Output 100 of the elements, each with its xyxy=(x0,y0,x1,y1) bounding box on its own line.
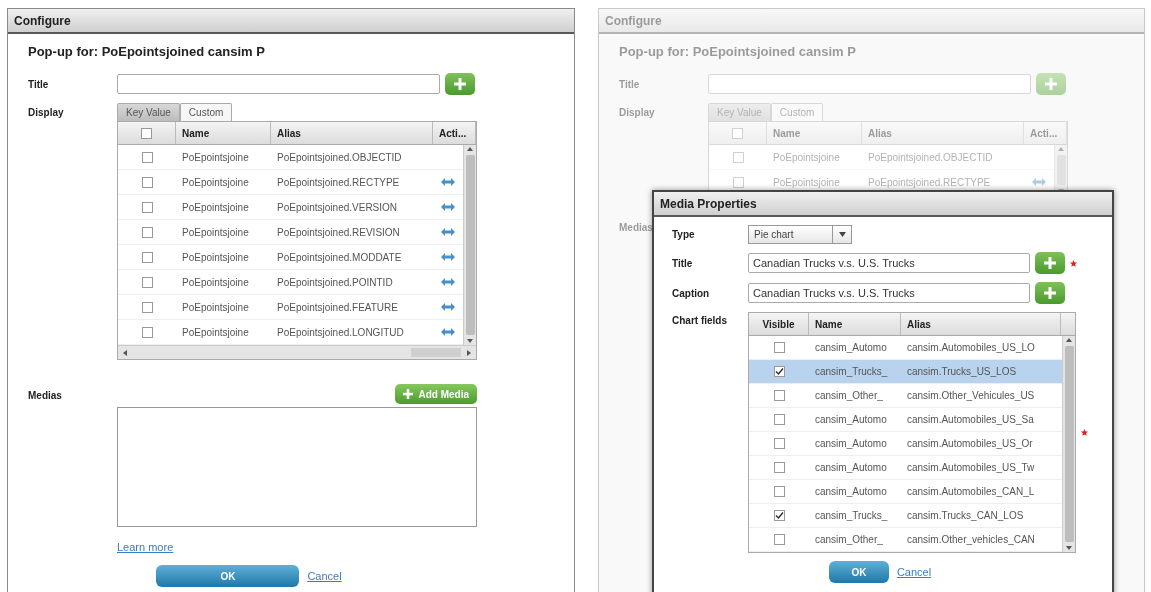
field-label: Type xyxy=(672,229,696,240)
dialog-title: Configure xyxy=(599,9,1144,34)
scroll-down-arrow-icon[interactable] xyxy=(1065,544,1073,552)
table-cell-text: PoEpointsjoined.FEATURE xyxy=(276,301,399,313)
table-cell-text: PoEpointsjoine xyxy=(181,251,250,263)
scroll-right-arrow-icon[interactable] xyxy=(465,348,473,357)
cancel-link[interactable]: Cancel xyxy=(896,566,932,578)
column-header[interactable]: Visible xyxy=(749,313,809,335)
table-cell-text: cansim_Automo xyxy=(814,486,888,497)
checkbox[interactable] xyxy=(141,127,152,139)
table-row[interactable]: cansim_Automo cansim.Automobiles_US_Sa xyxy=(749,408,1062,432)
table-cell-text: PoEpointsjoined.VERSION xyxy=(276,201,399,213)
table-row[interactable]: cansim_Automo cansim.Automobiles_US_Or xyxy=(749,432,1062,456)
field-label: Medias xyxy=(28,389,63,401)
table-cell-text: cansim_Automo xyxy=(814,414,888,425)
column-header[interactable]: Alias xyxy=(271,122,433,144)
table-cell-text: PoEpointsjoine xyxy=(181,201,250,213)
scroll-down-arrow-icon[interactable] xyxy=(466,337,474,345)
table-row[interactable]: cansim_Other_ cansim.Other_Vehicules_US xyxy=(749,384,1062,408)
table-cell-text: PoEpointsjoined.REVISION xyxy=(276,226,401,238)
checkbox[interactable] xyxy=(141,176,153,188)
dialog-title: Configure xyxy=(8,9,574,34)
scrollbar-thumb[interactable] xyxy=(1056,155,1066,185)
checkbox[interactable] xyxy=(141,251,153,263)
table-cell-text: PoEpointsjoine xyxy=(772,176,841,188)
table-row[interactable]: cansim_Trucks_ cansim.Trucks_US_LOS xyxy=(749,360,1062,384)
checkbox[interactable] xyxy=(141,301,153,313)
add-button[interactable] xyxy=(445,73,475,95)
table-row[interactable]: cansim_Trucks_ cansim.Trucks_CAN_LOS xyxy=(749,504,1062,528)
table-cell-text: PoEpointsjoined.LONGITUD xyxy=(276,326,405,338)
table-row[interactable]: cansim_Other_ cansim.Other_vehicles_CAN xyxy=(749,528,1062,552)
scroll-up-arrow-icon[interactable] xyxy=(1065,336,1073,344)
column-header[interactable]: Alias xyxy=(901,313,1061,335)
checkbox[interactable] xyxy=(141,326,153,338)
checkbox[interactable] xyxy=(773,462,785,473)
table-cell-text: cansim.Automobiles_CAN_L xyxy=(906,486,1036,497)
caption-field[interactable]: Canadian Trucks v.s. U.S. Trucks xyxy=(748,283,1030,303)
horizontal-scrollbar[interactable] xyxy=(118,345,476,359)
checkbox[interactable] xyxy=(773,366,785,377)
checkbox[interactable] xyxy=(141,151,153,163)
learn-more-link[interactable]: Learn more xyxy=(117,541,174,553)
table-cell-text: PoEpointsjoine xyxy=(181,301,250,313)
vertical-scrollbar[interactable] xyxy=(463,145,476,345)
check-icon xyxy=(774,367,784,376)
double-arrow-icon[interactable] xyxy=(441,328,455,336)
table-cell-text: cansim_Other_ xyxy=(814,534,884,545)
add-button[interactable] xyxy=(1035,252,1065,274)
scroll-up-arrow-icon[interactable] xyxy=(466,145,474,153)
checkbox[interactable] xyxy=(773,342,785,353)
scrollbar-thumb[interactable] xyxy=(465,155,475,335)
table-row[interactable]: cansim_Automo cansim.Automobiles_US_Tw xyxy=(749,456,1062,480)
title-field[interactable]: Canadian Trucks v.s. U.S. Trucks xyxy=(748,253,1030,273)
column-header[interactable]: Acti... xyxy=(433,122,476,144)
table-cell-text: cansim.Automobiles_US_Tw xyxy=(906,462,1036,473)
checkbox[interactable] xyxy=(141,276,153,288)
table-cell-text: PoEpointsjoined.MODDATE xyxy=(276,251,403,263)
checkbox[interactable] xyxy=(773,510,785,521)
cancel-link[interactable]: Cancel xyxy=(307,570,342,582)
tab[interactable]: Key Value xyxy=(117,103,180,121)
double-arrow-icon[interactable] xyxy=(441,278,455,286)
vertical-scrollbar[interactable] xyxy=(1062,336,1075,552)
field-label: Title xyxy=(672,257,694,269)
checkbox[interactable] xyxy=(773,534,785,545)
field-label: Chart fields xyxy=(672,314,728,326)
checkbox[interactable] xyxy=(773,438,785,449)
table-cell-text: PoEpointsjoined.POINTID xyxy=(276,276,394,288)
type-dropdown[interactable]: Pie chart xyxy=(748,225,852,244)
table-cell-text: PoEpointsjoine xyxy=(181,226,250,238)
title-field[interactable] xyxy=(117,74,440,94)
table-cell-text: cansim.Other_vehicles_CAN xyxy=(906,534,1036,545)
dialog-title: Media Properties xyxy=(654,192,1112,217)
table-row[interactable]: cansim_Automo cansim.Automobiles_CAN_L xyxy=(749,480,1062,504)
double-arrow-icon[interactable] xyxy=(1032,178,1046,186)
tab[interactable]: Custom xyxy=(179,103,233,121)
checkbox[interactable] xyxy=(141,201,153,213)
checkbox[interactable] xyxy=(773,414,785,425)
double-arrow-icon[interactable] xyxy=(441,178,455,186)
add-button[interactable] xyxy=(1036,73,1066,95)
table-cell-text: PoEpointsjoine xyxy=(181,326,250,338)
field-label: Title xyxy=(619,78,641,90)
double-arrow-icon[interactable] xyxy=(441,303,455,311)
table-cell-text: cansim.Automobiles_US_Sa xyxy=(906,414,1035,425)
double-arrow-icon[interactable] xyxy=(441,228,455,236)
plus-icon xyxy=(403,389,414,399)
field-label: Display xyxy=(28,106,65,118)
double-arrow-icon[interactable] xyxy=(441,253,455,261)
table-cell-text: PoEpointsjoined.OBJECTID xyxy=(867,151,994,163)
column-header[interactable]: Name xyxy=(809,313,901,335)
column-header[interactable]: Name xyxy=(176,122,271,144)
checkbox[interactable] xyxy=(773,390,785,401)
scrollbar-thumb[interactable] xyxy=(1064,346,1074,542)
add-button[interactable] xyxy=(1035,282,1065,304)
checkbox[interactable] xyxy=(773,486,785,497)
table-cell-text: PoEpointsjoine xyxy=(181,276,250,288)
plus-icon xyxy=(454,78,466,90)
checkbox[interactable] xyxy=(141,226,153,238)
field-label: Medias xyxy=(619,221,654,233)
field-label: Display xyxy=(619,106,656,118)
double-arrow-icon[interactable] xyxy=(441,203,455,211)
scroll-left-arrow-icon[interactable] xyxy=(121,348,129,357)
